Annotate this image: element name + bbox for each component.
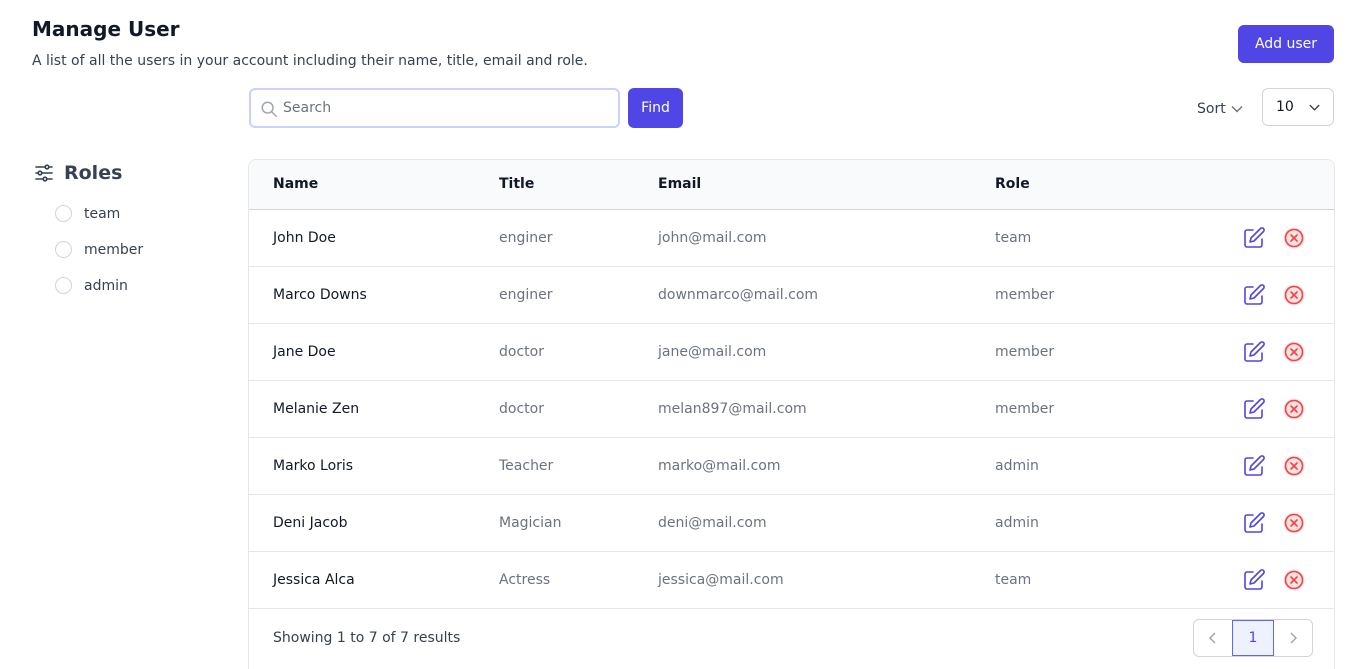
delete-icon[interactable]	[1282, 454, 1306, 478]
cell-role: member	[995, 401, 1055, 417]
cell-role: admin	[995, 515, 1039, 531]
cell-name: Deni Jacob	[273, 515, 348, 531]
chevron-down-icon	[1231, 106, 1243, 113]
table-header: Name Title Email Role	[249, 160, 1334, 210]
role-option-label: team	[84, 205, 121, 222]
cell-email: melan897@mail.com	[658, 401, 807, 417]
table-row: Jessica Alca Actress jessica@mail.com te…	[249, 552, 1334, 609]
previous-page-button[interactable]	[1194, 620, 1232, 656]
column-header-title: Title	[499, 176, 535, 192]
roles-header: Roles	[34, 162, 122, 184]
delete-icon[interactable]	[1282, 340, 1306, 364]
filter-icon	[35, 164, 53, 182]
chevron-down-icon	[1309, 104, 1320, 111]
cell-email: deni@mail.com	[658, 515, 767, 531]
role-option-member[interactable]: member	[55, 241, 143, 258]
cell-title: enginer	[499, 230, 553, 246]
cell-email: downmarco@mail.com	[658, 287, 819, 303]
cell-name: Jessica Alca	[273, 572, 355, 588]
edit-icon[interactable]	[1242, 568, 1266, 592]
page-button-current[interactable]: 1	[1232, 620, 1274, 656]
next-page-button[interactable]	[1274, 620, 1312, 656]
per-page-value: 10	[1276, 99, 1294, 115]
cell-role: member	[995, 287, 1055, 303]
chevron-left-icon	[1209, 632, 1216, 644]
search-input[interactable]	[283, 90, 613, 126]
results-summary: Showing 1 to 7 of 7 results	[273, 630, 461, 646]
radio-button[interactable]	[55, 241, 72, 258]
table-row: Melanie Zen doctor melan897@mail.com mem…	[249, 381, 1334, 438]
table-row: Jane Doe doctor jane@mail.com member	[249, 324, 1334, 381]
cell-title: doctor	[499, 344, 544, 360]
delete-icon[interactable]	[1282, 511, 1306, 535]
radio-button[interactable]	[55, 205, 72, 222]
role-option-admin[interactable]: admin	[55, 277, 128, 294]
delete-icon[interactable]	[1282, 397, 1306, 421]
cell-name: Jane Doe	[273, 344, 336, 360]
roles-title: Roles	[64, 162, 123, 184]
sort-button[interactable]: Sort	[1197, 99, 1244, 119]
cell-role: team	[995, 572, 1032, 588]
delete-icon[interactable]	[1282, 568, 1306, 592]
cell-title: doctor	[499, 401, 544, 417]
role-option-label: admin	[84, 277, 128, 294]
search-box	[249, 88, 620, 128]
edit-icon[interactable]	[1242, 454, 1266, 478]
users-table: Name Title Email Role John Doe enginer j…	[248, 159, 1335, 669]
radio-button[interactable]	[55, 277, 72, 294]
cell-title: enginer	[499, 287, 553, 303]
edit-icon[interactable]	[1242, 226, 1266, 250]
column-header-email: Email	[658, 176, 702, 192]
sort-label: Sort	[1197, 101, 1226, 117]
edit-icon[interactable]	[1242, 511, 1266, 535]
cell-name: Marko Loris	[273, 458, 354, 474]
add-user-button[interactable]: Add user	[1238, 25, 1334, 63]
column-header-name: Name	[273, 176, 319, 192]
cell-title: Actress	[499, 572, 551, 588]
pagination: 1	[1193, 619, 1313, 657]
edit-icon[interactable]	[1242, 340, 1266, 364]
cell-role: member	[995, 344, 1055, 360]
page-title: Manage User	[32, 17, 180, 41]
column-header-role: Role	[995, 176, 1030, 192]
cell-role: team	[995, 230, 1032, 246]
edit-icon[interactable]	[1242, 397, 1266, 421]
cell-email: jessica@mail.com	[658, 572, 784, 588]
page-subtitle: A list of all the users in your account …	[32, 53, 588, 69]
cell-email: jane@mail.com	[658, 344, 767, 360]
cell-email: john@mail.com	[658, 230, 767, 246]
table-row: Deni Jacob Magician deni@mail.com admin	[249, 495, 1334, 552]
table-row: John Doe enginer john@mail.com team	[249, 210, 1334, 267]
search-icon	[261, 101, 277, 117]
cell-name: Melanie Zen	[273, 401, 360, 417]
chevron-right-icon	[1290, 632, 1297, 644]
cell-name: Marco Downs	[273, 287, 367, 303]
edit-icon[interactable]	[1242, 283, 1266, 307]
table-row: Marco Downs enginer downmarco@mail.com m…	[249, 267, 1334, 324]
role-option-team[interactable]: team	[55, 205, 120, 222]
cell-role: admin	[995, 458, 1039, 474]
cell-title: Teacher	[499, 458, 554, 474]
delete-icon[interactable]	[1282, 226, 1306, 250]
cell-name: John Doe	[273, 230, 336, 246]
find-button[interactable]: Find	[628, 88, 683, 128]
per-page-select[interactable]: 10	[1262, 88, 1334, 126]
cell-email: marko@mail.com	[658, 458, 781, 474]
cell-title: Magician	[499, 515, 562, 531]
delete-icon[interactable]	[1282, 283, 1306, 307]
table-row: Marko Loris Teacher marko@mail.com admin	[249, 438, 1334, 495]
role-option-label: member	[84, 241, 144, 258]
